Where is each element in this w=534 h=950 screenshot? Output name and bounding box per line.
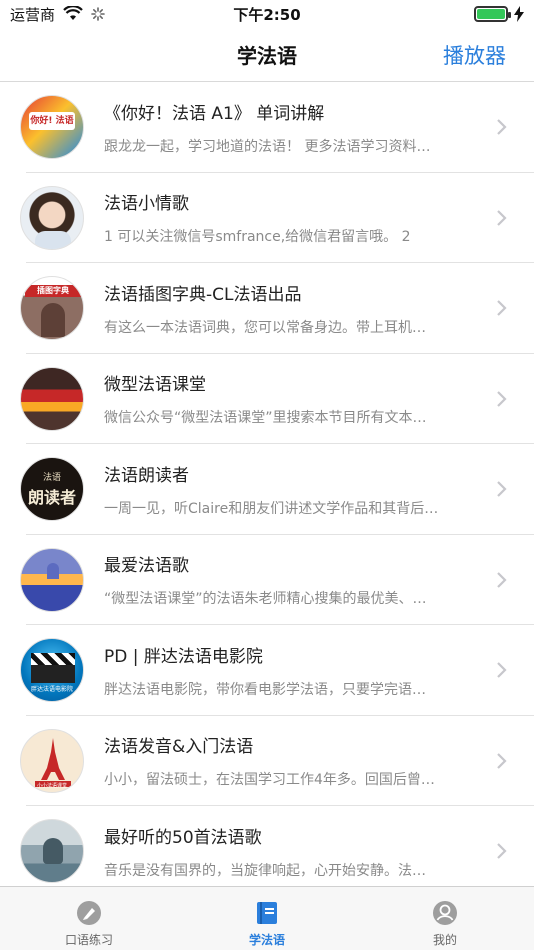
- item-text: 法语朗读者 一周一见，听Claire和朋友们讲述文学作品和其背后…: [104, 461, 474, 518]
- chevron-right-icon: [497, 390, 507, 407]
- list-item[interactable]: 胖达法语电影院 PD | 胖达法语电影院 胖达法语电影院，带你看电影学法语，只要…: [0, 625, 534, 716]
- list-item[interactable]: 法语小情歌 1 可以关注微信号smfrance,给微信君留言哦。 2: [0, 173, 534, 264]
- item-subtitle: 跟龙龙一起，学习地道的法语！ 更多法语学习资料…: [104, 138, 431, 155]
- tab-label: 学法语: [248, 933, 285, 947]
- chevron-right-icon: [497, 300, 507, 317]
- list-item[interactable]: 最爱法语歌 “微型法语课堂”的法语朱老师精心搜集的最优美、…: [0, 535, 534, 626]
- item-title: 微型法语课堂: [104, 375, 206, 396]
- podcast-thumbnail: 小小法语课堂: [20, 728, 84, 793]
- thumbnail-text: 法语: [42, 473, 61, 484]
- navigation-bar: 学法语 播放器: [0, 28, 534, 82]
- item-text: 最好听的50首法语歌 音乐是没有国界的，当旋律响起，心开始安静。法…: [104, 823, 474, 880]
- item-subtitle: 微信公众号“微型法语课堂”里搜索本节目所有文本…: [104, 410, 427, 427]
- item-title: 法语发音&入门法语: [104, 737, 254, 758]
- tab-bar: 口语练习 学法语 我的: [0, 886, 534, 950]
- thumbnail-figure: [43, 838, 63, 865]
- item-subtitle: 音乐是没有国界的，当旋律响起，心开始安静。法…: [104, 862, 426, 879]
- tab-label: 口语练习: [64, 933, 113, 947]
- podcast-thumbnail: 法语 朗读者: [20, 457, 84, 522]
- item-text: 法语插图字典-CL法语出品 有这么一本法语词典，您可以常备身边。带上耳机…: [104, 280, 474, 337]
- item-title: 最爱法语歌: [104, 556, 189, 577]
- chevron-right-icon: [497, 481, 507, 498]
- podcast-thumbnail: [20, 819, 84, 884]
- podcast-thumbnail: [20, 366, 84, 431]
- chevron-right-icon: [497, 119, 507, 136]
- thumbnail-text: 朗读者: [27, 488, 76, 508]
- item-subtitle: 一周一见，听Claire和朋友们讲述文学作品和其背后…: [104, 500, 439, 517]
- list-item[interactable]: 插图字典 法语插图字典-CL法语出品 有这么一本法语词典，您可以常备身边。带上耳…: [0, 263, 534, 354]
- item-subtitle: 有这么一本法语词典，您可以常备身边。带上耳机…: [104, 319, 426, 336]
- thumbnail-text: 胖达法语电影院: [30, 686, 73, 694]
- status-time: 下午2:50: [233, 5, 301, 24]
- tab-learn-french[interactable]: 学法语: [178, 887, 356, 950]
- thumbnail-text: 你好! 法语: [29, 112, 75, 131]
- item-subtitle: 小小，留法硕士，在法国学习工作4年多。回国后曾…: [104, 772, 435, 789]
- page-title: 学法语: [237, 44, 297, 68]
- podcast-thumbnail: 胖达法语电影院: [20, 638, 84, 703]
- item-subtitle: “微型法语课堂”的法语朱老师精心搜集的最优美、…: [104, 591, 427, 608]
- tab-speaking-practice[interactable]: 口语练习: [0, 887, 178, 950]
- item-subtitle: 1 可以关注微信号smfrance,给微信君留言哦。 2: [104, 229, 411, 246]
- chevron-right-icon: [497, 662, 507, 679]
- chevron-right-icon: [497, 752, 507, 769]
- chevron-right-icon: [497, 209, 507, 226]
- item-text: 《你好！法语 A1》 单词讲解 跟龙龙一起，学习地道的法语！ 更多法语学习资料…: [104, 99, 474, 156]
- player-button[interactable]: 播放器: [443, 40, 506, 70]
- tab-profile[interactable]: 我的: [356, 887, 534, 950]
- list-item[interactable]: 小小法语课堂 法语发音&入门法语 小小，留法硕士，在法国学习工作4年多。回国后曾…: [0, 716, 534, 807]
- podcast-thumbnail: 你好! 法语: [20, 95, 84, 160]
- item-title: 法语小情歌: [104, 194, 189, 215]
- item-title: 《你好！法语 A1》 单词讲解: [104, 103, 325, 124]
- thumbnail-text: 小小法语课堂: [36, 782, 67, 789]
- status-bar: 运营商 下午2:50: [0, 0, 534, 28]
- list-item[interactable]: 微型法语课堂 微信公众号“微型法语课堂”里搜索本节目所有文本…: [0, 354, 534, 445]
- thumbnail-text: 插图字典: [25, 285, 81, 298]
- battery-icon: [474, 6, 511, 22]
- thumbnail-figure: [41, 303, 65, 338]
- thumbnail-figure: [35, 230, 71, 249]
- item-title: 法语插图字典-CL法语出品: [104, 284, 302, 305]
- chevron-right-icon: [497, 571, 507, 588]
- item-text: 法语发音&入门法语 小小，留法硕士，在法国学习工作4年多。回国后曾…: [104, 732, 474, 789]
- book-icon: [257, 902, 277, 924]
- thumbnail-dome: [47, 562, 59, 579]
- profile-icon: [433, 901, 457, 925]
- list-item[interactable]: 最好听的50首法语歌 音乐是没有国界的，当旋律响起，心开始安静。法…: [0, 806, 534, 886]
- pencil-eraser-icon: [77, 901, 101, 925]
- list-item[interactable]: 法语 朗读者 法语朗读者 一周一见，听Claire和朋友们讲述文学作品和其背后…: [0, 444, 534, 535]
- item-text: 微型法语课堂 微信公众号“微型法语课堂”里搜索本节目所有文本…: [104, 370, 474, 427]
- podcast-list: 你好! 法语 《你好！法语 A1》 单词讲解 跟龙龙一起，学习地道的法语！ 更多…: [0, 82, 534, 886]
- item-text: 最爱法语歌 “微型法语课堂”的法语朱老师精心搜集的最优美、…: [104, 551, 474, 608]
- tab-label: 我的: [432, 933, 457, 947]
- podcast-thumbnail: 插图字典: [20, 276, 84, 341]
- item-text: 法语小情歌 1 可以关注微信号smfrance,给微信君留言哦。 2: [104, 189, 474, 246]
- item-title: 最好听的50首法语歌: [104, 827, 262, 848]
- item-title: PD | 胖达法语电影院: [104, 646, 263, 667]
- list-item[interactable]: 你好! 法语 《你好！法语 A1》 单词讲解 跟龙龙一起，学习地道的法语！ 更多…: [0, 82, 534, 173]
- podcast-thumbnail: [20, 547, 84, 612]
- podcast-thumbnail: [20, 185, 84, 250]
- item-text: PD | 胖达法语电影院 胖达法语电影院，带你看电影学法语，只要学完语…: [104, 642, 474, 699]
- battery-level: [477, 9, 505, 19]
- chevron-right-icon: [497, 843, 507, 860]
- clapperboard-icon: [31, 653, 75, 666]
- clapperboard-body: [31, 665, 75, 684]
- item-subtitle: 胖达法语电影院，带你看电影学法语，只要学完语…: [104, 681, 426, 698]
- item-title: 法语朗读者: [104, 465, 189, 486]
